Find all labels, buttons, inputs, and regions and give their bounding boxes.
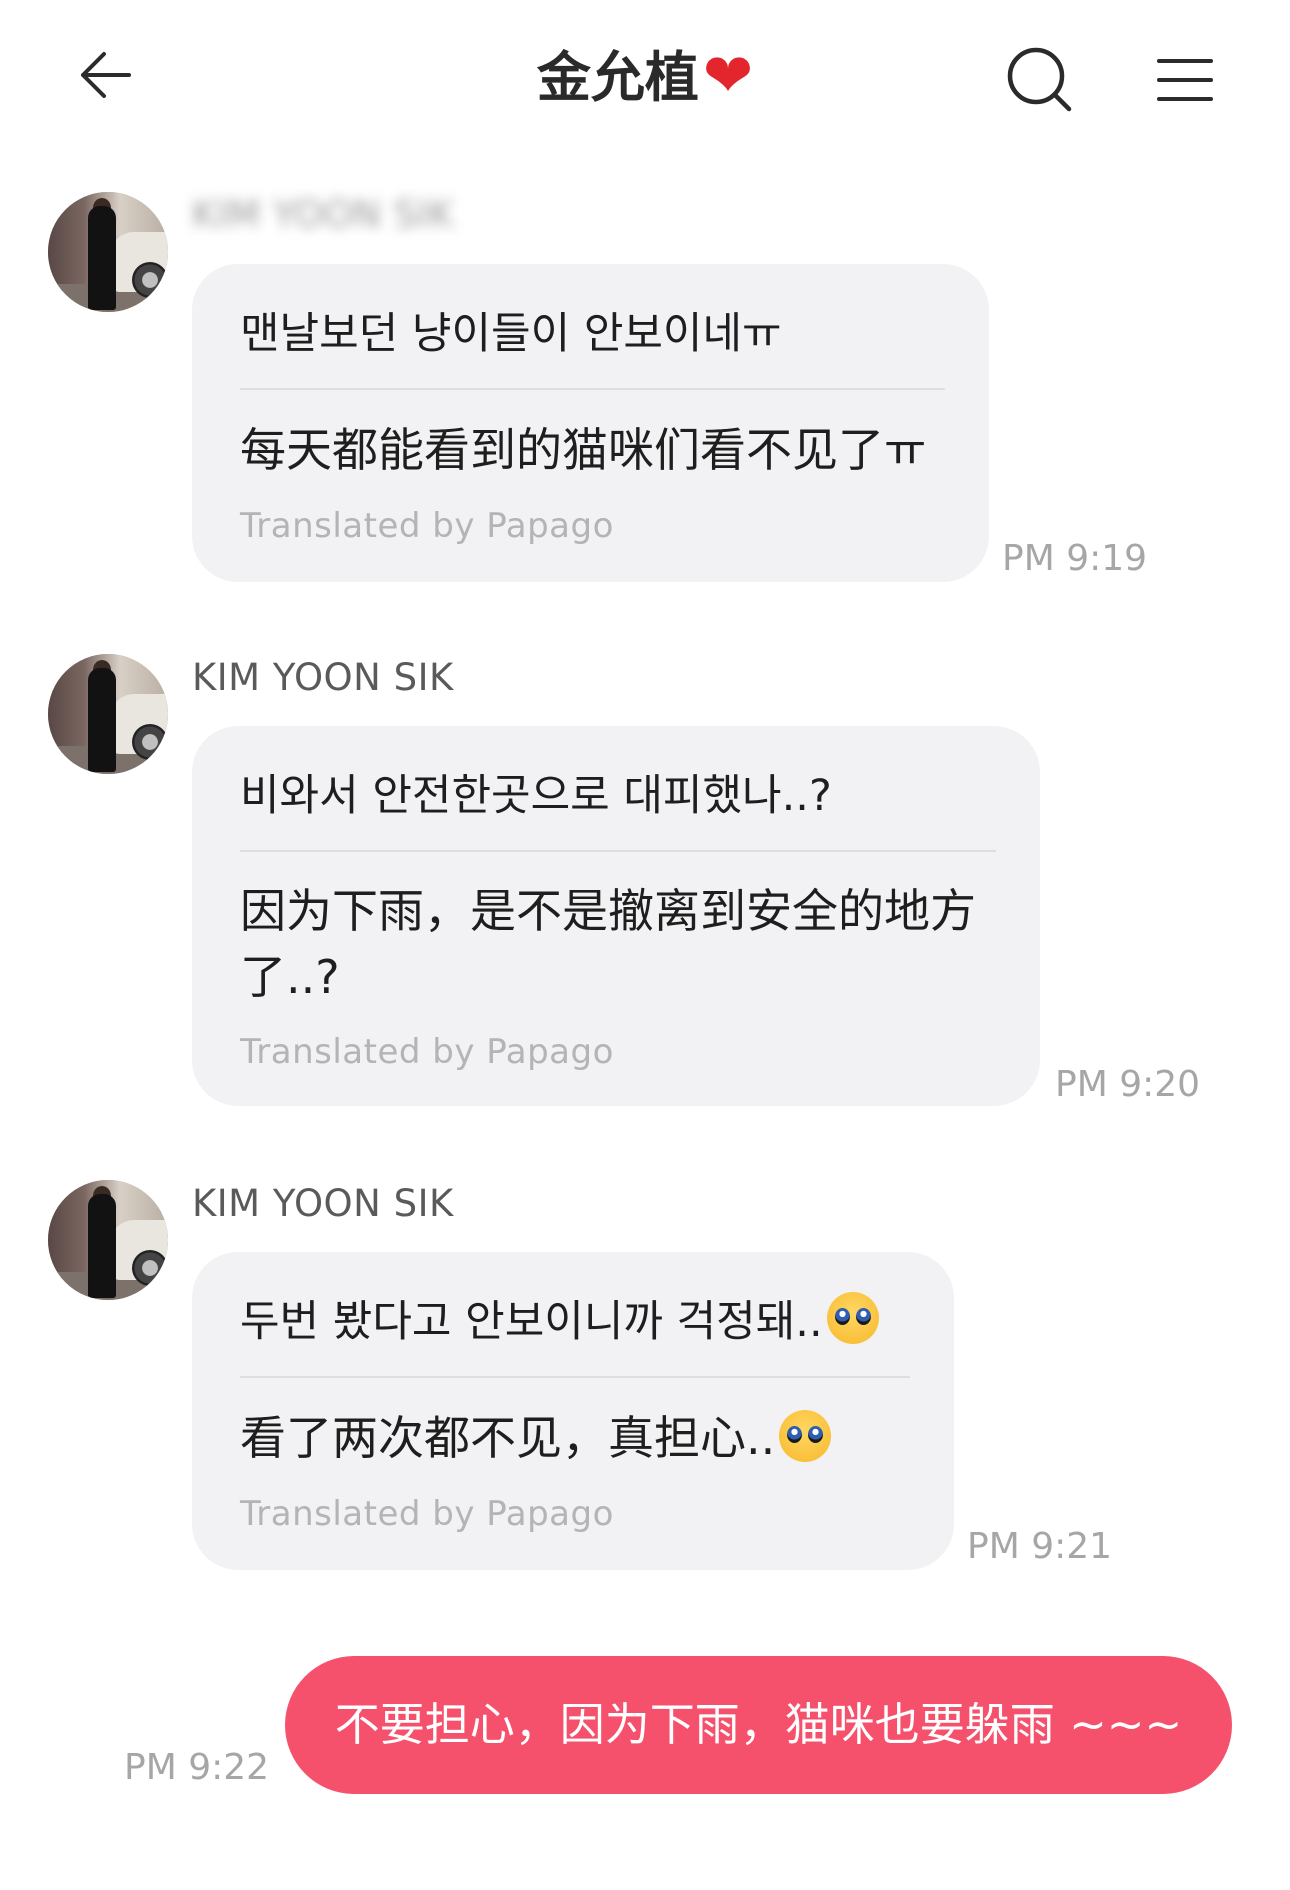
translated-text-line-1: 因为下雨，是不是撤离到安全的地方 — [240, 884, 976, 938]
message-time: PM 9:20 — [1055, 1064, 1201, 1105]
divider — [240, 1376, 910, 1378]
sender-name: KIM YOON SIK — [192, 656, 454, 699]
avatar[interactable] — [48, 1180, 168, 1300]
translated-by-label: Translated by Papago — [240, 506, 614, 546]
divider — [240, 850, 996, 852]
translated-by-label: Translated by Papago — [240, 1032, 614, 1072]
hamburger-menu-icon — [1157, 59, 1213, 101]
avatar[interactable] — [48, 654, 168, 774]
chat-header: 金允植❤ — [0, 0, 1290, 150]
message-time: PM 9:21 — [967, 1526, 1113, 1567]
message-bubble[interactable]: 비와서 안전한곳으로 대피했나..? 因为下雨，是不是撤离到安全的地方 了..?… — [192, 726, 1040, 1106]
original-text-content: 두번 봤다고 안보이니까 걱정돼.. — [240, 1297, 823, 1347]
translated-text: 看了两次都不见，真担心.. — [240, 1405, 832, 1471]
outgoing-message-time: PM 9:22 — [124, 1747, 270, 1788]
translated-text-content: 看了两次都不见，真担心.. — [240, 1411, 776, 1465]
message-time: PM 9:19 — [1002, 538, 1148, 579]
original-text: 맨날보던 냥이들이 안보이네ㅠ — [240, 309, 782, 359]
divider — [240, 388, 945, 390]
pleading-face-emoji-icon — [826, 1292, 879, 1344]
chat-title-text: 金允植 — [536, 46, 699, 109]
heart-icon: ❤ — [702, 41, 754, 111]
message-bubble[interactable]: 맨날보던 냥이들이 안보이네ㅠ 每天都能看到的猫咪们看不见了ㅠ Translat… — [192, 264, 989, 582]
menu-button[interactable] — [1140, 35, 1230, 125]
search-icon — [1007, 47, 1072, 112]
search-button[interactable] — [995, 35, 1085, 125]
message-bubble[interactable]: 두번 봤다고 안보이니까 걱정돼.. 看了两次都不见，真担心.. Transla… — [192, 1252, 954, 1570]
translated-by-label: Translated by Papago — [240, 1494, 614, 1534]
avatar[interactable] — [48, 192, 168, 312]
sender-name: KIM YOON SIK — [192, 193, 454, 236]
original-text: 비와서 안전한곳으로 대피했나..? — [240, 771, 832, 821]
translated-text: 每天都能看到的猫咪们看不见了ㅠ — [240, 423, 927, 477]
pleading-face-emoji-icon — [779, 1410, 832, 1462]
sender-name: KIM YOON SIK — [192, 1182, 454, 1225]
original-text: 두번 봤다고 안보이니까 걱정돼.. — [240, 1292, 879, 1352]
translated-text-line-2: 了..? — [240, 950, 340, 1004]
outgoing-message-bubble[interactable]: 不要担心，因为下雨，猫咪也要躲雨 ~~~ — [285, 1656, 1232, 1794]
chat-title: 金允植❤ — [0, 36, 1290, 118]
